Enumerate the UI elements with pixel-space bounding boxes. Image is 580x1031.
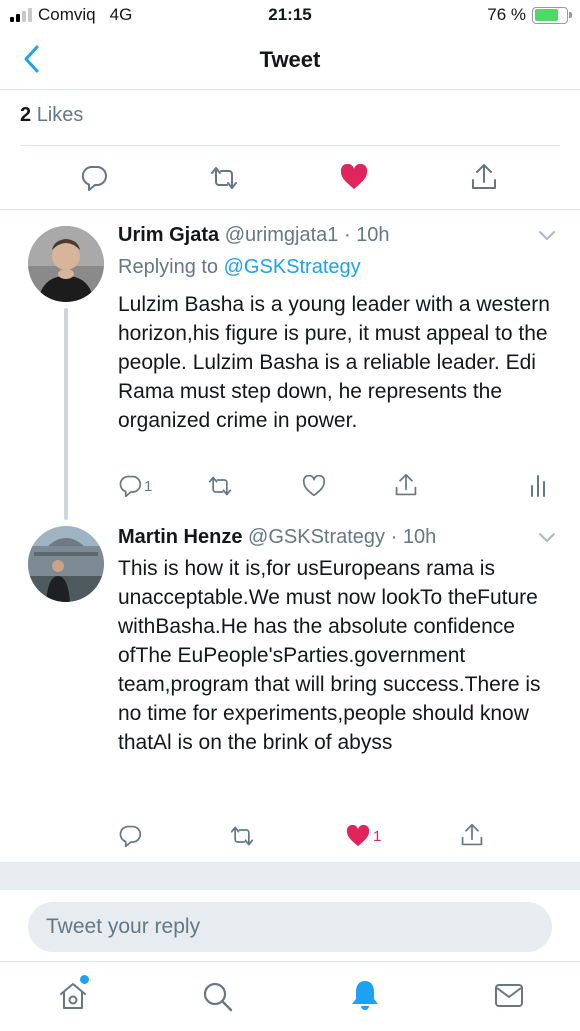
- author-name[interactable]: Urim Gjata: [118, 224, 219, 246]
- tweet-time: 10h: [356, 224, 390, 246]
- search-icon[interactable]: [202, 981, 234, 1013]
- like-filled-icon[interactable]: [346, 825, 370, 847]
- chevron-down-icon[interactable]: [538, 532, 556, 544]
- retweet-icon[interactable]: [206, 474, 234, 498]
- likes-label: Likes: [36, 104, 84, 126]
- replying-mention[interactable]: @GSKStrategy: [224, 256, 361, 278]
- avatar[interactable]: [28, 526, 104, 602]
- likes-stat[interactable]: 2 Likes: [0, 90, 580, 146]
- replying-prefix: Replying to: [118, 256, 219, 278]
- messages-icon[interactable]: [494, 983, 524, 1009]
- battery-percent: 76 %: [487, 5, 526, 24]
- retweet-icon[interactable]: [208, 164, 240, 192]
- notification-badge-dot: [80, 975, 89, 984]
- tweet-text: This is how it is,for usEuropeans rama i…: [118, 557, 541, 754]
- navigation-bar: Tweet: [0, 34, 580, 90]
- tweet-time: 10h: [402, 526, 437, 548]
- home-icon[interactable]: [58, 981, 88, 1011]
- reply-icon[interactable]: [118, 474, 142, 498]
- like-count: 1: [373, 828, 382, 845]
- like-icon[interactable]: [302, 475, 326, 497]
- reply-tweet[interactable]: Martin Henze @GSKStrategy · 10h This is …: [0, 520, 580, 862]
- like-filled-icon[interactable]: [340, 164, 368, 190]
- share-icon[interactable]: [394, 472, 418, 498]
- reply-header: Urim Gjata @urimgjata1 · 10h: [118, 224, 390, 246]
- share-icon[interactable]: [470, 162, 498, 192]
- share-icon[interactable]: [460, 822, 484, 848]
- reply-header: Martin Henze @GSKStrategy · 10h: [118, 526, 437, 548]
- avatar[interactable]: [28, 226, 104, 302]
- battery-info: 76 %: [487, 5, 572, 25]
- reply-count: 1: [144, 478, 153, 495]
- replying-to: Replying to @GSKStrategy: [118, 256, 361, 279]
- analytics-icon[interactable]: [528, 474, 548, 498]
- author-name[interactable]: Martin Henze: [118, 526, 242, 548]
- battery-icon: [532, 6, 572, 24]
- reply-icon[interactable]: [118, 824, 142, 848]
- thread-connector: [64, 308, 68, 520]
- retweet-icon[interactable]: [228, 824, 256, 848]
- reply-composer: Tweet your reply: [0, 890, 580, 962]
- author-handle[interactable]: @urimgjata1: [225, 224, 339, 246]
- tweet-action-bar: [0, 146, 580, 210]
- reply-input[interactable]: Tweet your reply: [28, 902, 552, 952]
- reply-tweet[interactable]: Urim Gjata @urimgjata1 · 10h Replying to…: [0, 210, 580, 520]
- tweet-text: Lulzim Basha is a young leader with a we…: [118, 293, 550, 432]
- notifications-icon[interactable]: [350, 979, 380, 1011]
- author-handle[interactable]: @GSKStrategy: [248, 526, 385, 548]
- reply-icon[interactable]: [80, 164, 108, 192]
- page-title: Tweet: [259, 47, 321, 72]
- section-divider: [0, 862, 580, 890]
- chevron-down-icon[interactable]: [538, 230, 556, 242]
- likes-count: 2: [20, 104, 32, 126]
- status-bar: Comviq 4G 21:15 76 %: [0, 0, 580, 34]
- tab-bar: [0, 963, 580, 1031]
